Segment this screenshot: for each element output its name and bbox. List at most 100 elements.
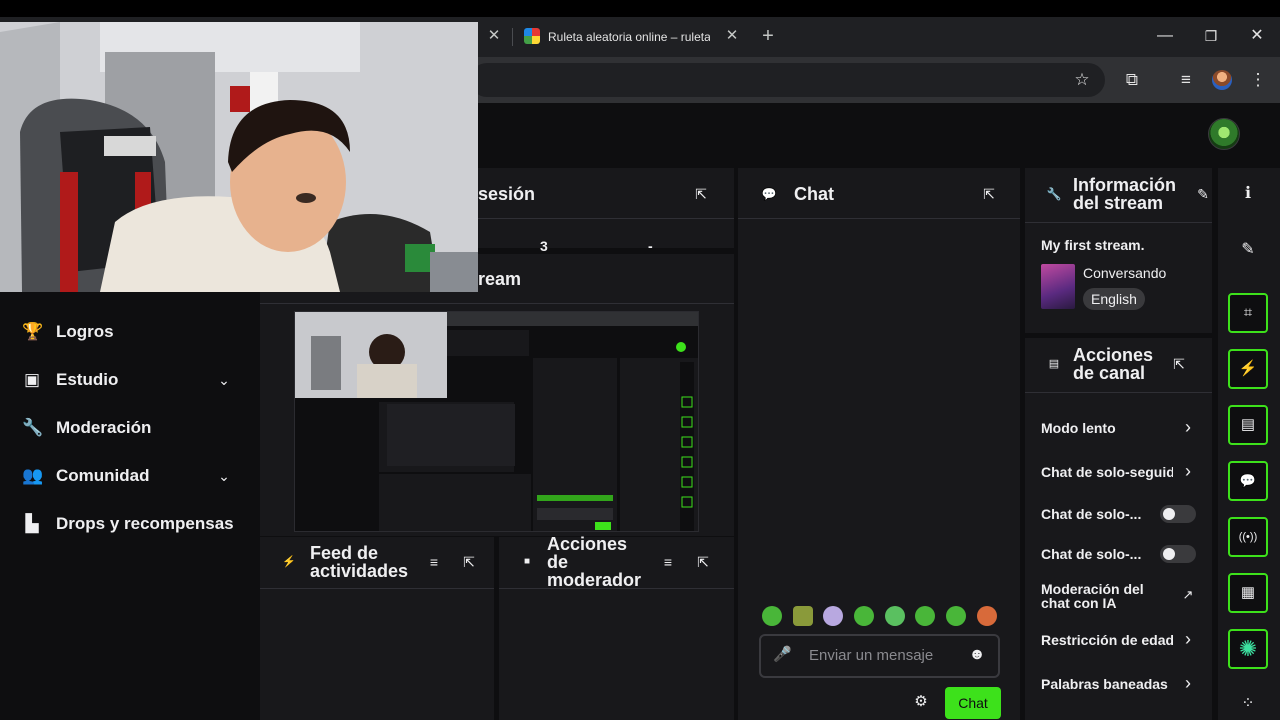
- pencil-icon[interactable]: ✎: [1236, 238, 1260, 262]
- nav-item-estudio[interactable]: ▣ Estudio: [22, 368, 118, 392]
- tab-close-icon[interactable]: ✕: [724, 28, 740, 44]
- divider: [1025, 222, 1212, 223]
- session-stat-value: -: [648, 238, 653, 254]
- emote-3[interactable]: [823, 606, 843, 626]
- popout-icon[interactable]: ⇱: [460, 553, 478, 571]
- tab-title: Ruleta aleatoria online – ruleta: [548, 30, 710, 44]
- mic-icon[interactable]: 🎤: [773, 645, 792, 665]
- nav-item-label: Estudio: [56, 370, 119, 389]
- external-link-icon[interactable]: ↗: [1180, 586, 1196, 604]
- prev-tab-close-icon[interactable]: ✕: [486, 28, 502, 44]
- trophy-icon: 🏆: [22, 322, 44, 341]
- lightning-icon: ⚡: [282, 556, 296, 568]
- window-maximize-button[interactable]: ❐: [1202, 27, 1220, 45]
- filter-icon[interactable]: ≡: [425, 553, 443, 571]
- channel-actions-title-1: Acciones: [1073, 345, 1154, 365]
- language-tag[interactable]: English: [1083, 288, 1145, 310]
- emote-7[interactable]: [946, 606, 966, 626]
- action-row-slow-mode[interactable]: Modo lento: [1041, 420, 1171, 436]
- mod-actions-title-1: Acciones: [547, 534, 628, 554]
- community-icon: 👥: [22, 466, 44, 485]
- openai-icon[interactable]: ✺: [1228, 629, 1268, 669]
- divider: [1025, 392, 1212, 393]
- mod-actions-title-2: de: [547, 552, 569, 572]
- mod-actions-title-3: moderador: [547, 570, 642, 590]
- stream-info-title-2: del stream: [1073, 193, 1164, 213]
- stream-preview-title: ream: [478, 269, 522, 289]
- divider: [260, 303, 734, 304]
- emote-2[interactable]: [793, 606, 813, 626]
- stream-category[interactable]: Conversando: [1083, 265, 1166, 281]
- nav-item-logros[interactable]: 🏆 Logros: [22, 320, 114, 344]
- nav-item-moderacion[interactable]: 🔧 Moderación: [22, 416, 151, 440]
- chevron-right-icon[interactable]: ›: [1180, 462, 1196, 480]
- action-row-ai-mod-2[interactable]: chat con IA: [1041, 595, 1171, 611]
- stream-info-title-1: Información: [1073, 175, 1177, 195]
- action-row-age-restriction[interactable]: Restricción de edad: [1041, 632, 1173, 648]
- notes-icon[interactable]: ▤: [1228, 405, 1268, 445]
- preview-thumbnail-graphic: [295, 312, 698, 531]
- shield-icon: ■: [523, 556, 531, 567]
- new-tab-button[interactable]: +: [758, 26, 778, 46]
- chevron-right-icon[interactable]: ›: [1180, 674, 1196, 692]
- emote-1[interactable]: [762, 606, 782, 626]
- channel-actions-title-2: de canal: [1073, 363, 1146, 383]
- broadcast-icon[interactable]: ((•)): [1228, 517, 1268, 557]
- popout-icon[interactable]: ⇱: [980, 185, 998, 203]
- window-minimize-button[interactable]: —: [1156, 27, 1174, 45]
- popout-icon[interactable]: ⇱: [1170, 355, 1188, 373]
- media-control-icon[interactable]: ≡: [1176, 70, 1196, 90]
- chevron-right-icon[interactable]: ›: [1180, 418, 1196, 436]
- browser-profile-avatar[interactable]: [1212, 70, 1232, 90]
- chat-title: Chat: [794, 184, 834, 204]
- nav-item-comunidad[interactable]: 👥 Comunidad: [22, 464, 150, 488]
- emote-5[interactable]: [885, 606, 905, 626]
- webcam-overlay: [0, 22, 478, 292]
- filter-icon[interactable]: ≡: [659, 553, 677, 571]
- drops-icon: ▙: [25, 514, 39, 533]
- chevron-down-icon[interactable]: ⌄: [214, 466, 234, 486]
- chat-input-placeholder: Enviar un mensaje: [809, 647, 934, 664]
- extensions-icon[interactable]: ⧉: [1122, 70, 1142, 90]
- chat-bubble-icon[interactable]: 💬: [1228, 461, 1268, 501]
- emote-picker-icon[interactable]: ☻: [967, 645, 987, 665]
- chevron-right-icon[interactable]: ›: [1180, 630, 1196, 648]
- action-row-banned-words[interactable]: Palabras baneadas: [1041, 676, 1173, 692]
- nav-item-label: Logros: [56, 322, 114, 341]
- action-row-subscribers-only[interactable]: Chat de solo-...: [1041, 506, 1153, 522]
- popout-icon[interactable]: ⇱: [694, 553, 712, 571]
- address-bar[interactable]: [470, 63, 1105, 97]
- action-row-followers-only[interactable]: Chat de solo-seguidores: [1041, 464, 1173, 480]
- user-avatar[interactable]: [1208, 118, 1240, 150]
- emote-8[interactable]: [977, 606, 997, 626]
- activity-feed-title-2: actividades: [310, 561, 409, 581]
- window-close-button[interactable]: ✕: [1248, 27, 1266, 45]
- stream-preview-video[interactable]: [294, 311, 699, 532]
- nav-item-drops[interactable]: ▙ Drops y recompensas: [22, 512, 234, 536]
- chat-settings-gear-icon[interactable]: ⚙: [912, 693, 930, 711]
- stream-title: My first stream.: [1041, 237, 1145, 253]
- bookmark-star-icon[interactable]: ☆: [1072, 70, 1092, 90]
- tab-favicon-icon: [524, 28, 540, 44]
- more-icon[interactable]: ⁘: [1236, 692, 1260, 716]
- pencil-icon[interactable]: ✎: [1194, 185, 1212, 203]
- session-stat-value: 3: [540, 238, 548, 254]
- emote-6[interactable]: [915, 606, 935, 626]
- clip-icon[interactable]: ⌗: [1228, 293, 1268, 333]
- info-icon[interactable]: ℹ: [1236, 182, 1260, 206]
- popout-icon[interactable]: ⇱: [692, 185, 710, 203]
- lightning-icon[interactable]: ⚡: [1228, 349, 1268, 389]
- action-row-emote-only[interactable]: Chat de solo-...: [1041, 546, 1153, 562]
- chevron-down-icon[interactable]: ⌄: [214, 370, 234, 390]
- emote-4[interactable]: [854, 606, 874, 626]
- browser-menu-icon[interactable]: ⋮: [1248, 70, 1268, 90]
- toggle-switch[interactable]: [1160, 545, 1196, 563]
- tab-separator: [512, 28, 513, 46]
- activity-feed-title-1: Feed de: [310, 543, 379, 563]
- channel-actions-icon: ▤: [1048, 358, 1060, 370]
- video-icon[interactable]: ▦: [1228, 573, 1268, 613]
- nav-item-label: Drops y recompensas: [56, 514, 234, 533]
- toggle-switch[interactable]: [1160, 505, 1196, 523]
- chat-send-button[interactable]: Chat: [945, 687, 1001, 719]
- category-box-art[interactable]: [1041, 264, 1075, 309]
